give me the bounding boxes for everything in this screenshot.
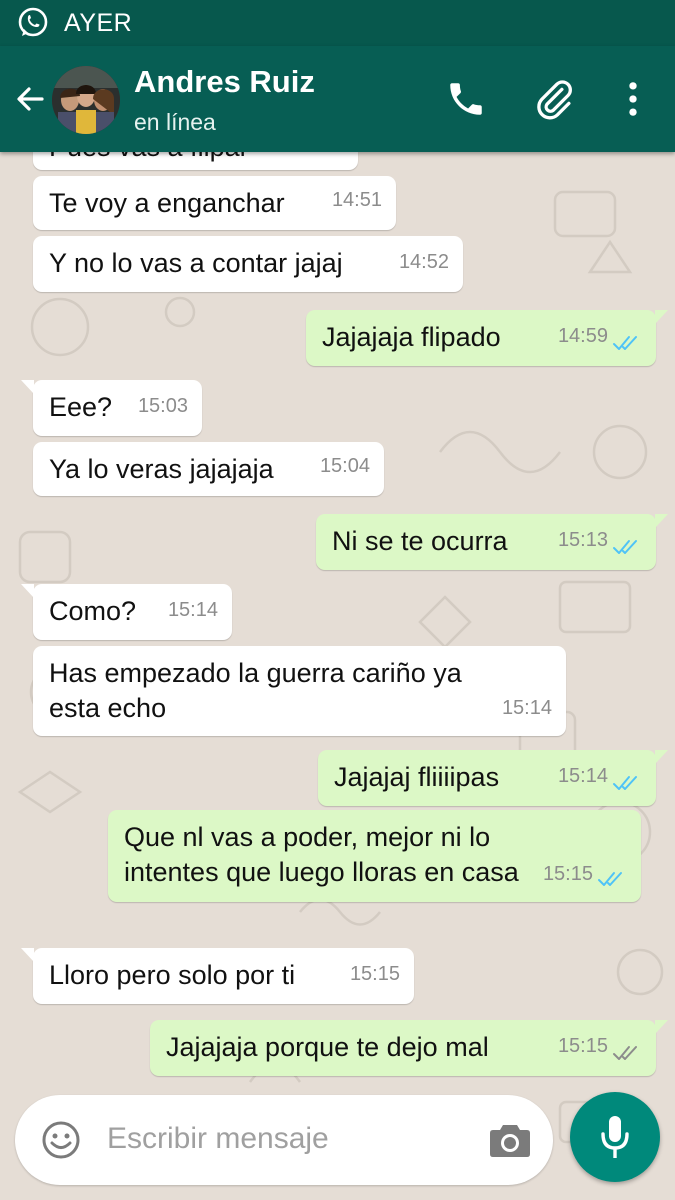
message-line: esta echo	[49, 693, 167, 723]
delivered-receipt-icon	[613, 1046, 637, 1060]
message-time: 15:15	[349, 963, 400, 985]
message-text: Has empezado la guerra cariño ya esta ech…	[49, 656, 462, 726]
camera-icon[interactable]	[489, 1121, 531, 1159]
message-line: Como?	[49, 596, 137, 626]
message-time: 15:15	[557, 1035, 608, 1057]
read-receipt-icon	[613, 540, 637, 554]
message-line: Has empezado la guerra cariño ya	[49, 658, 462, 688]
incoming-message[interactable]: Has empezado la guerra cariño ya esta ech…	[33, 646, 566, 736]
microphone-button[interactable]	[570, 1092, 660, 1182]
message-text: Pues vas a flipar	[49, 152, 249, 165]
message-line: Ni se te ocurra	[332, 526, 508, 556]
message-time: 14:52	[398, 251, 449, 273]
message-time: 15:03	[137, 395, 188, 417]
phone-icon[interactable]	[445, 78, 487, 120]
message-text: Eee?	[49, 390, 112, 425]
message-text: Y no lo vas a contar jajaj	[49, 246, 343, 281]
incoming-message[interactable]: Ya lo veras jajajaja 15:04	[33, 442, 384, 496]
outgoing-message[interactable]: Jajajaj fliiiipas 15:14	[318, 750, 668, 806]
message-line: intentes que luego lloras en casa	[124, 857, 519, 887]
message-text: Lloro pero solo por ti	[49, 958, 295, 993]
bubble-tail	[21, 380, 34, 394]
bubble-tail	[655, 310, 668, 324]
outgoing-message[interactable]: Jajajaja porque te dejo mal 15:15	[150, 1020, 668, 1076]
message-line: Jajajaj fliiiipas	[334, 762, 500, 792]
status-label: AYER	[64, 8, 133, 37]
paperclip-icon[interactable]	[533, 78, 575, 120]
message-time: 15:15	[542, 863, 593, 885]
message-time: 15:13	[557, 529, 608, 551]
incoming-message[interactable]: Y no lo vas a contar jajaj 14:52	[33, 236, 463, 292]
outgoing-message[interactable]: Ni se te ocurra 15:13	[316, 514, 668, 570]
message-time: 14:51	[331, 189, 382, 211]
message-time: 15:14	[167, 599, 218, 621]
message-time: 14:51	[294, 152, 344, 158]
message-line: Te voy a enganchar	[49, 188, 285, 218]
message-time: 15:04	[319, 455, 370, 477]
message-line: Jajajaja porque te dejo mal	[166, 1032, 489, 1062]
contact-name[interactable]: Andres Ruiz	[134, 64, 315, 100]
contact-status: en línea	[134, 109, 216, 135]
microphone-icon	[601, 1116, 629, 1158]
read-receipt-icon	[613, 336, 637, 350]
message-line: Lloro pero solo por ti	[49, 960, 296, 990]
message-input[interactable]: Escribir mensaje	[107, 1122, 329, 1156]
emoji-icon[interactable]	[41, 1120, 81, 1160]
message-text: Jajajaja flipado	[322, 320, 501, 355]
message-text: Te voy a enganchar	[49, 186, 285, 221]
message-time: 14:59	[557, 325, 608, 347]
avatar[interactable]	[52, 66, 120, 134]
status-bar: AYER	[0, 0, 675, 46]
incoming-message[interactable]: Te voy a enganchar 14:51	[33, 176, 396, 230]
more-vert-icon[interactable]	[612, 78, 654, 120]
message-text: Ya lo veras jajajaja	[49, 452, 274, 487]
incoming-message[interactable]: Eee? 15:03	[21, 380, 202, 436]
message-text: Que nl vas a poder, mejor ni lo intentes …	[124, 820, 519, 890]
message-text: Ni se te ocurra	[332, 524, 508, 559]
incoming-message[interactable]: Pues vas a flipar 14:51	[33, 152, 358, 170]
back-arrow-icon[interactable]	[12, 81, 48, 117]
message-line: Y no lo vas a contar jajaj	[49, 248, 343, 278]
read-receipt-icon	[598, 872, 622, 886]
message-line: Que nl vas a poder, mejor ni lo	[124, 822, 491, 852]
incoming-message[interactable]: Lloro pero solo por ti 15:15	[21, 948, 414, 1004]
outgoing-message[interactable]: Jajajaja flipado 14:59	[306, 310, 668, 366]
bubble-tail	[21, 948, 34, 962]
outgoing-message[interactable]: Que nl vas a poder, mejor ni lo intentes …	[108, 810, 641, 902]
message-text: Jajajaja porque te dejo mal	[166, 1030, 489, 1065]
message-line: Jajajaja flipado	[322, 322, 501, 352]
message-time: 15:14	[557, 765, 608, 787]
message-line: Pues vas a flipar	[49, 152, 249, 162]
message-time: 15:14	[501, 697, 552, 719]
incoming-message[interactable]: Como? 15:14	[21, 584, 232, 640]
message-composer: Escribir mensaje	[15, 1095, 553, 1185]
bubble-tail	[655, 1020, 668, 1034]
message-line: Ya lo veras jajajaja	[49, 454, 274, 484]
message-list[interactable]: Pues vas a flipar14:51Te voy a enganchar…	[0, 152, 675, 1200]
message-text: Jajajaj fliiiipas	[334, 760, 499, 795]
bubble-tail	[655, 514, 668, 528]
read-receipt-icon	[613, 776, 637, 790]
message-line: Eee?	[49, 392, 113, 422]
whatsapp-icon	[18, 7, 48, 37]
message-text: Como?	[49, 594, 136, 629]
bubble-tail	[21, 584, 34, 598]
bubble-tail	[655, 750, 668, 764]
chat-header: Andres Ruiz en línea	[0, 46, 675, 152]
